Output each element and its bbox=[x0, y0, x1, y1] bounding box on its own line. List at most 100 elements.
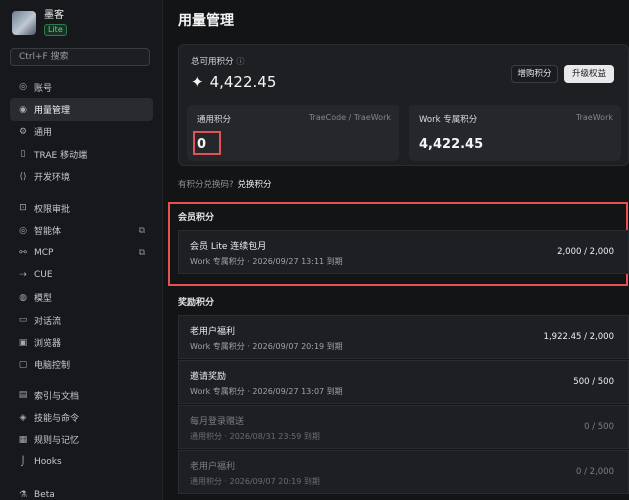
sidebar-item-mobile[interactable]: ▯ TRAE 移动端 bbox=[0, 143, 163, 165]
profile[interactable]: 墨客 Lite bbox=[12, 10, 67, 36]
sidebar-item-computer-control[interactable]: ▢ 电脑控制 bbox=[0, 354, 163, 376]
total-label-text: 总可用积分 bbox=[191, 57, 234, 67]
sidebar-item-skills[interactable]: ◈ 技能与命令 bbox=[0, 406, 163, 428]
general-credits-label: 通用积分 bbox=[197, 115, 232, 125]
nav-group-1: ◎ 账号 ◉ 用量管理 ⚙ 通用 ▯ TRAE 移动端 ⟨⟩ 开发环境 bbox=[0, 76, 163, 188]
reward-section-title: 奖励积分 bbox=[178, 298, 215, 308]
sidebar-item-mcp[interactable]: ⚯ MCP ⧉ bbox=[0, 242, 163, 264]
sidebar-item-index-docs[interactable]: ▤ 索引与文档 bbox=[0, 384, 163, 406]
sidebar-item-hooks[interactable]: ⌡ Hooks bbox=[0, 451, 163, 473]
browser-icon: ▣ bbox=[18, 337, 28, 348]
sidebar: 墨客 Lite Ctrl+F 搜索 ◎ 账号 ◉ 用量管理 ⚙ 通用 ▯ TRA… bbox=[0, 0, 163, 500]
sidebar-item-label: 账号 bbox=[34, 83, 53, 94]
redeem-line: 有积分兑换码? 兑换积分 bbox=[178, 178, 272, 190]
row-value: 1,922.45 / 2,000 bbox=[543, 332, 614, 342]
code-icon: ⟨⟩ bbox=[19, 171, 27, 182]
row-subtitle: 通用积分 · 2026/08/31 23:59 到期 bbox=[190, 432, 320, 441]
mcp-icon: ⚯ bbox=[19, 247, 27, 258]
work-credits-label: Work 专属积分 bbox=[419, 115, 478, 125]
info-icon[interactable]: ⓘ bbox=[237, 57, 245, 66]
redeem-link[interactable]: 兑换积分 bbox=[238, 180, 272, 190]
row-title: 邀请奖励 bbox=[190, 372, 227, 382]
row-subtitle: Work 专属积分 · 2026/09/27 13:11 到期 bbox=[190, 257, 343, 266]
work-credits-tag: TraeWork bbox=[575, 113, 613, 122]
agent-icon: ◎ bbox=[19, 225, 27, 236]
sidebar-item-label: MCP bbox=[34, 247, 54, 258]
external-link-icon: ⧉ bbox=[138, 247, 145, 258]
main-content: 用量管理 总可用积分 ⓘ ✦ 4,422.45 增购积分 升级权益 通用积分 Tr… bbox=[164, 0, 629, 500]
sidebar-item-label: Hooks bbox=[34, 457, 62, 468]
list-item: 老用户福利 通用积分 · 2026/09/07 20:19 到期 0 / 2,0… bbox=[178, 450, 629, 494]
index-icon: ▤ bbox=[18, 390, 28, 401]
sparkle-icon: ✦ bbox=[191, 73, 204, 91]
sidebar-item-browser[interactable]: ▣ 浏览器 bbox=[0, 331, 163, 353]
total-value-text: 4,422.45 bbox=[209, 73, 277, 91]
nav-group-2: ⊡ 权限审批 ◎ 智能体 ⧉ ⚯ MCP ⧉ ⇢ CUE ◍ 模型 ▭ 对话流 … bbox=[0, 197, 163, 376]
hook-icon: ⌡ bbox=[20, 457, 26, 468]
user-icon: ◎ bbox=[19, 82, 27, 93]
total-value: ✦ 4,422.45 bbox=[191, 73, 276, 91]
list-item: 每月登录赠送 通用积分 · 2026/08/31 23:59 到期 0 / 50… bbox=[178, 405, 629, 449]
model-icon: ◍ bbox=[19, 292, 27, 303]
list-item: 老用户福利 Work 专属积分 · 2026/09/07 20:19 到期 1,… bbox=[178, 315, 629, 359]
chat-icon: ▭ bbox=[18, 315, 28, 326]
sidebar-item-model[interactable]: ◍ 模型 bbox=[0, 287, 163, 309]
sidebar-item-usage[interactable]: ◉ 用量管理 bbox=[10, 98, 153, 121]
sidebar-item-label: 技能与命令 bbox=[34, 414, 80, 425]
sidebar-item-label: TRAE 移动端 bbox=[34, 150, 88, 161]
total-label: 总可用积分 ⓘ bbox=[191, 55, 245, 67]
general-credits-card: 通用积分 TraeCode / TraeWork 0 bbox=[187, 105, 399, 161]
profile-name: 墨客 bbox=[44, 10, 64, 21]
lock-icon: ⊡ bbox=[19, 203, 27, 214]
sidebar-item-label: 电脑控制 bbox=[34, 361, 71, 372]
cue-icon: ⇢ bbox=[19, 270, 27, 281]
sidebar-item-label: 通用 bbox=[34, 128, 53, 139]
sidebar-item-dev-env[interactable]: ⟨⟩ 开发环境 bbox=[0, 166, 163, 188]
row-subtitle: Work 专属积分 · 2026/09/07 20:19 到期 bbox=[190, 342, 343, 351]
avatar bbox=[12, 11, 36, 35]
external-link-icon: ⧉ bbox=[138, 225, 145, 236]
sidebar-item-label: 智能体 bbox=[34, 227, 62, 238]
sidebar-item-label: 对话流 bbox=[34, 316, 62, 327]
nav-group-3: ▤ 索引与文档 ◈ 技能与命令 ▦ 规则与记忆 ⌡ Hooks bbox=[0, 384, 163, 474]
sidebar-item-agents[interactable]: ◎ 智能体 ⧉ bbox=[0, 219, 163, 241]
row-title: 老用户福利 bbox=[190, 327, 236, 337]
sidebar-item-beta[interactable]: ⚗ Beta bbox=[0, 484, 163, 500]
general-credits-value: 0 bbox=[197, 137, 207, 152]
work-credits-card: Work 专属积分 TraeWork 4,422.45 bbox=[409, 105, 621, 161]
beta-icon: ⚗ bbox=[18, 490, 28, 500]
buy-credits-button[interactable]: 增购积分 bbox=[511, 65, 558, 83]
nav-group-4: ⚗ Beta bbox=[0, 484, 163, 500]
total-credits-card: 总可用积分 ⓘ ✦ 4,422.45 增购积分 升级权益 通用积分 TraeCod… bbox=[178, 44, 629, 166]
plan-badge: Lite bbox=[44, 24, 67, 36]
sidebar-item-label: CUE bbox=[34, 270, 53, 281]
search-input[interactable]: Ctrl+F 搜索 bbox=[10, 48, 150, 66]
sidebar-item-cue[interactable]: ⇢ CUE bbox=[0, 264, 163, 286]
gear-icon: ⚙ bbox=[18, 126, 28, 137]
sidebar-item-dialog-flow[interactable]: ▭ 对话流 bbox=[0, 309, 163, 331]
sidebar-item-label: Beta bbox=[34, 490, 55, 500]
upgrade-button[interactable]: 升级权益 bbox=[564, 65, 614, 83]
sidebar-item-rules[interactable]: ▦ 规则与记忆 bbox=[0, 429, 163, 451]
row-value: 0 / 500 bbox=[584, 422, 614, 432]
monitor-icon: ▢ bbox=[18, 359, 28, 370]
sidebar-item-label: 用量管理 bbox=[34, 106, 71, 117]
row-value: 500 / 500 bbox=[573, 377, 614, 387]
row-value: 0 / 2,000 bbox=[575, 467, 614, 477]
row-value: 2,000 / 2,000 bbox=[557, 247, 614, 257]
page-title: 用量管理 bbox=[178, 13, 234, 29]
skill-icon: ◈ bbox=[19, 412, 27, 423]
row-title: 老用户福利 bbox=[190, 462, 236, 472]
sidebar-item-label: 索引与文档 bbox=[34, 391, 80, 402]
sidebar-item-label: 权限审批 bbox=[34, 204, 71, 215]
sidebar-item-permissions[interactable]: ⊡ 权限审批 bbox=[0, 197, 163, 219]
sidebar-item-label: 规则与记忆 bbox=[34, 436, 80, 447]
work-credits-value: 4,422.45 bbox=[419, 137, 484, 152]
rules-icon: ▦ bbox=[18, 434, 28, 445]
sidebar-item-account[interactable]: ◎ 账号 bbox=[0, 76, 163, 98]
sidebar-item-general[interactable]: ⚙ 通用 bbox=[0, 121, 163, 143]
redeem-question: 有积分兑换码? bbox=[178, 180, 234, 190]
usage-icon: ◉ bbox=[19, 104, 27, 115]
list-item: 邀请奖励 Work 专属积分 · 2026/09/27 13:07 到期 500… bbox=[178, 360, 629, 404]
general-credits-tag: TraeCode / TraeWork bbox=[308, 113, 391, 122]
